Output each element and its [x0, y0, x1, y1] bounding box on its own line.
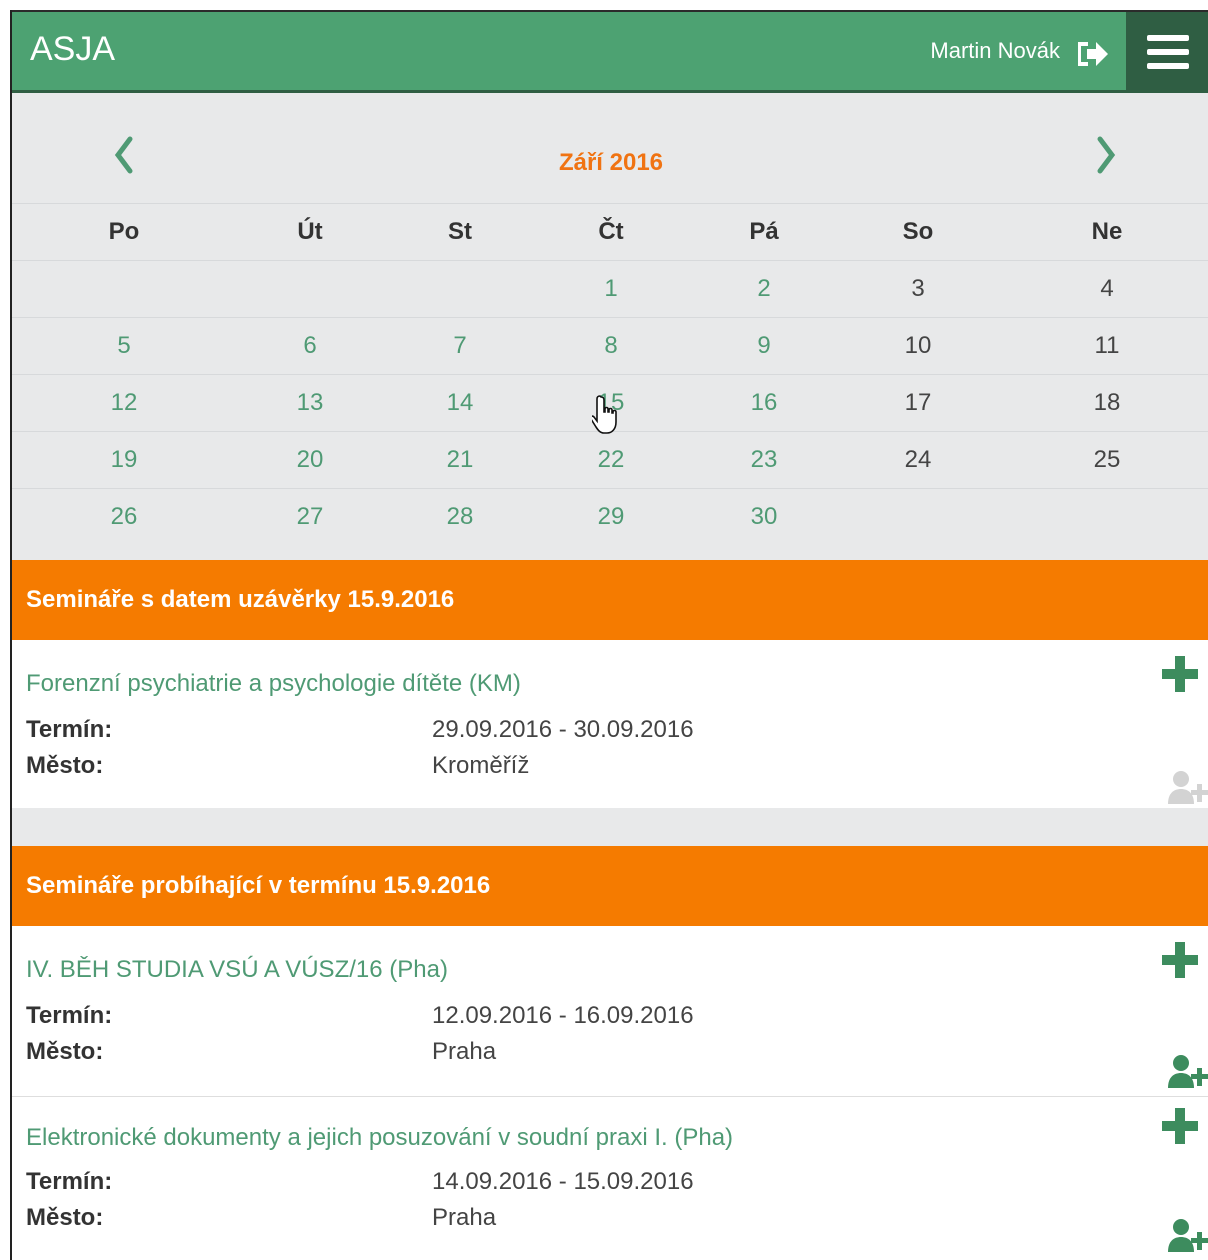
term-value: 12.09.2016 - 16.09.2016	[432, 1002, 694, 1029]
calendar-day[interactable]: 17	[858, 375, 978, 431]
calendar-day[interactable]: 18	[1047, 375, 1167, 431]
hand-pointer-cursor-icon	[592, 395, 617, 434]
calendar-day[interactable]: 6	[250, 318, 370, 374]
calendar-week: 5 6 7 8 9 10 11	[12, 317, 1208, 374]
city-value: Kroměříž	[432, 752, 530, 779]
item-divider	[12, 1096, 1208, 1097]
month-label: Září 2016	[558, 149, 664, 176]
app-frame: ASJA Martin Novák Září 2016 Po Út St Čt …	[10, 10, 1208, 1260]
weekday-label: Po	[108, 218, 140, 245]
seminar-card: Forenzní psychiatrie a psychologie dítět…	[12, 640, 1208, 808]
section-header-running: Semináře probíhající v termínu 15.9.2016	[12, 846, 1208, 926]
calendar-day[interactable]: 13	[250, 375, 370, 431]
weekday-label: Ne	[1091, 218, 1123, 245]
term-label: Termín:	[26, 1002, 113, 1029]
user-add-icon[interactable]	[1166, 1218, 1208, 1254]
user-name[interactable]: Martin Novák	[930, 38, 1060, 64]
calendar-day[interactable]: 8	[551, 318, 671, 374]
calendar-day[interactable]: 7	[400, 318, 520, 374]
calendar-day[interactable]: 14	[400, 375, 520, 431]
add-plus-icon[interactable]	[1162, 656, 1198, 692]
weekday-label: Čt	[598, 218, 624, 245]
term-value: 29.09.2016 - 30.09.2016	[432, 716, 694, 743]
calendar-day[interactable]: 12	[64, 375, 184, 431]
term-label: Termín:	[26, 716, 113, 743]
weekday-label: So	[902, 218, 934, 245]
sign-out-icon[interactable]	[1074, 38, 1110, 70]
city-label: Město:	[26, 752, 104, 779]
calendar-day[interactable]: 21	[400, 432, 520, 488]
seminar-title-link[interactable]: Elektronické dokumenty a jejich posuzová…	[26, 1124, 733, 1152]
calendar-day[interactable]: 2	[704, 261, 824, 317]
city-value: Praha	[432, 1204, 497, 1231]
section-header-deadline: Semináře s datem uzávěrky 15.9.2016	[12, 560, 1208, 640]
calendar-day[interactable]: 30	[704, 489, 824, 545]
weekday-label: Út	[297, 218, 323, 245]
calendar-week: 26 27 28 29 30	[12, 488, 1208, 545]
calendar-day[interactable]: 10	[858, 318, 978, 374]
calendar-day[interactable]: 29	[551, 489, 671, 545]
city-label: Město:	[26, 1204, 104, 1231]
calendar-day[interactable]: 27	[250, 489, 370, 545]
brand-logo[interactable]: ASJA	[30, 30, 115, 69]
calendar-day[interactable]: 3	[858, 261, 978, 317]
calendar-day[interactable]: 16	[704, 375, 824, 431]
calendar-day[interactable]: 19	[64, 432, 184, 488]
city-label: Město:	[26, 1038, 104, 1065]
next-month-chevron-icon[interactable]	[1094, 135, 1118, 175]
calendar-day[interactable]: 28	[400, 489, 520, 545]
calendar-day[interactable]: 22	[551, 432, 671, 488]
user-add-icon-disabled	[1168, 771, 1208, 804]
calendar-day[interactable]: 5	[64, 318, 184, 374]
seminar-list: IV. BĚH STUDIA VSÚ A VÚSZ/16 (Pha) Termí…	[12, 926, 1208, 1260]
calendar-day[interactable]: 1	[551, 261, 671, 317]
term-label: Termín:	[26, 1168, 113, 1195]
calendar-day[interactable]: 23	[704, 432, 824, 488]
calendar: Září 2016 Po Út St Čt Pá So Ne 1 2 3 4 5…	[12, 93, 1208, 560]
calendar-day[interactable]: 26	[64, 489, 184, 545]
calendar-day[interactable]: 24	[858, 432, 978, 488]
weekday-label: St	[448, 218, 472, 245]
hamburger-menu-icon	[1147, 35, 1189, 69]
term-value: 14.09.2016 - 15.09.2016	[432, 1168, 694, 1195]
calendar-day[interactable]: 11	[1047, 318, 1167, 374]
calendar-day[interactable]: 25	[1047, 432, 1167, 488]
calendar-day[interactable]: 4	[1047, 261, 1167, 317]
seminar-title-link[interactable]: IV. BĚH STUDIA VSÚ A VÚSZ/16 (Pha)	[26, 956, 448, 984]
calendar-day[interactable]: 20	[250, 432, 370, 488]
calendar-week: 19 20 21 22 23 24 25	[12, 431, 1208, 488]
menu-button[interactable]	[1126, 12, 1208, 92]
add-plus-icon[interactable]	[1162, 1108, 1198, 1144]
user-add-icon[interactable]	[1166, 1054, 1208, 1090]
city-value: Praha	[432, 1038, 497, 1065]
weekday-label: Pá	[749, 218, 779, 245]
seminar-title-link[interactable]: Forenzní psychiatrie a psychologie dítět…	[26, 670, 521, 698]
add-plus-icon[interactable]	[1162, 942, 1198, 978]
weekday-row: Po Út St Čt Pá So Ne	[12, 203, 1208, 260]
calendar-week: 1 2 3 4	[12, 260, 1208, 317]
top-bar: ASJA Martin Novák	[12, 10, 1208, 92]
calendar-day[interactable]: 9	[704, 318, 824, 374]
